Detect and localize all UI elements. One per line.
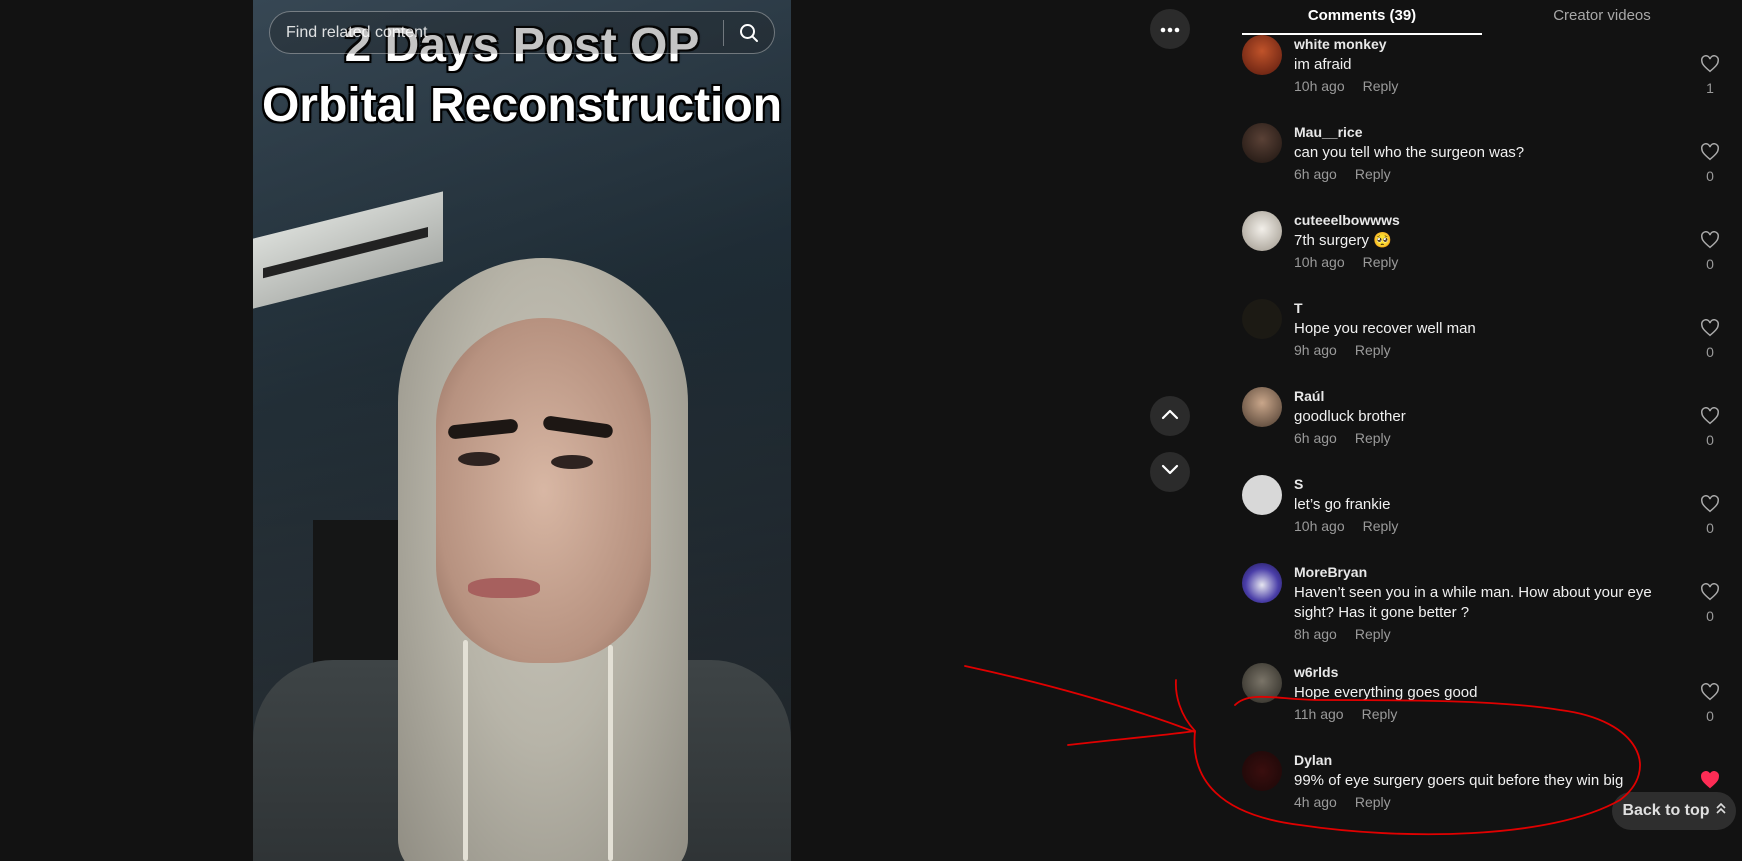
double-chevron-up-icon [1715, 802, 1726, 820]
avatar[interactable] [1242, 211, 1282, 251]
like-count: 0 [1706, 608, 1714, 624]
chevron-up-icon [1161, 407, 1179, 425]
comment-username[interactable]: Mau__rice [1294, 123, 1674, 141]
comment-text: can you tell who the surgeon was? [1294, 144, 1525, 161]
avatar[interactable] [1242, 475, 1282, 515]
like-button[interactable]: 0 [1698, 319, 1722, 360]
like-count: 0 [1706, 708, 1714, 724]
reply-button[interactable]: Reply [1355, 626, 1391, 642]
heart-outline-icon [1700, 683, 1720, 705]
comment-time: 11h ago [1294, 706, 1344, 722]
heart-outline-icon [1700, 231, 1720, 253]
related-search-bar[interactable]: Find related content [269, 11, 775, 54]
like-button[interactable]: 0 [1698, 407, 1722, 448]
comment-username[interactable]: MoreBryan [1294, 563, 1674, 581]
back-to-top-label: Back to top [1622, 802, 1710, 819]
next-video-button[interactable] [1150, 452, 1190, 492]
more-options-button[interactable] [1150, 9, 1190, 49]
comment-text: let’s go frankie [1294, 496, 1391, 513]
like-button[interactable]: 0 [1698, 583, 1722, 624]
avatar[interactable] [1242, 663, 1282, 703]
like-count: 0 [1706, 256, 1714, 272]
more-horizontal-icon [1160, 20, 1180, 38]
previous-video-button[interactable] [1150, 396, 1190, 436]
search-icon[interactable] [724, 11, 774, 54]
comment-username[interactable]: Raúl [1294, 387, 1674, 405]
reply-button[interactable]: Reply [1363, 518, 1399, 534]
avatar[interactable] [1242, 751, 1282, 791]
video-caption-line-2: Orbital Reconstruction [261, 79, 783, 132]
like-count: 1 [1706, 80, 1714, 96]
avatar[interactable] [1242, 387, 1282, 427]
back-to-top-button[interactable]: Back to top [1612, 792, 1736, 830]
comment-time: 6h ago [1294, 430, 1337, 446]
comment-time: 10h ago [1294, 78, 1345, 94]
avatar[interactable] [1242, 123, 1282, 163]
tab-creator-videos[interactable]: Creator videos [1482, 0, 1722, 35]
like-button[interactable]: 0 [1698, 231, 1722, 272]
panel-tabs: Comments (39) Creator videos [1242, 0, 1722, 35]
avatar[interactable] [1242, 35, 1282, 75]
chevron-down-icon [1161, 463, 1179, 481]
comment-time: 4h ago [1294, 794, 1337, 810]
reply-button[interactable]: Reply [1355, 342, 1391, 358]
video-scene-face [436, 318, 651, 663]
video-scene-drawstring-left [463, 640, 468, 861]
comment-text: goodluck brother [1294, 408, 1406, 425]
like-button[interactable]: 1 [1698, 55, 1722, 96]
like-button[interactable]: 0 [1698, 495, 1722, 536]
heart-outline-icon [1700, 319, 1720, 341]
like-count: 0 [1706, 520, 1714, 536]
heart-outline-icon [1700, 495, 1720, 517]
like-count: 0 [1706, 432, 1714, 448]
comment-time: 8h ago [1294, 626, 1337, 642]
reply-button[interactable]: Reply [1355, 430, 1391, 446]
like-count: 0 [1706, 344, 1714, 360]
comment-time: 6h ago [1294, 166, 1337, 182]
comment-username[interactable]: Dylan [1294, 751, 1674, 769]
video-scene-eye-right [551, 455, 593, 469]
search-placeholder[interactable]: Find related content [270, 24, 723, 42]
heart-outline-icon [1700, 407, 1720, 429]
reply-button[interactable]: Reply [1363, 254, 1399, 270]
video-scene-mouth [468, 578, 540, 598]
reply-button[interactable]: Reply [1363, 78, 1399, 94]
comment-username[interactable]: S [1294, 475, 1674, 493]
comments-panel: Comments (39) Creator videos white monke… [1210, 0, 1742, 861]
comment-text: 7th surgery 🥺 [1294, 232, 1392, 249]
heart-outline-icon [1700, 583, 1720, 605]
comment-text: im afraid [1294, 56, 1352, 73]
comment-username[interactable]: w6rlds [1294, 663, 1674, 681]
reply-button[interactable]: Reply [1362, 706, 1398, 722]
comment-username[interactable]: T [1294, 299, 1674, 317]
comment-text: Hope you recover well man [1294, 320, 1476, 337]
heart-outline-icon [1700, 143, 1720, 165]
tab-comments[interactable]: Comments (39) [1242, 0, 1482, 35]
like-button[interactable]: 0 [1698, 143, 1722, 184]
comment-time: 10h ago [1294, 518, 1345, 534]
reply-button[interactable]: Reply [1355, 166, 1391, 182]
heart-filled-icon [1700, 771, 1720, 793]
avatar[interactable] [1242, 299, 1282, 339]
comment-text: Haven’t seen you in a while man. How abo… [1294, 584, 1652, 621]
comment-time: 9h ago [1294, 342, 1337, 358]
comment-text: 99% of eye surgery goers quit before the… [1294, 772, 1624, 789]
comment-text: Hope everything goes good [1294, 684, 1478, 701]
heart-outline-icon [1700, 55, 1720, 77]
avatar[interactable] [1242, 563, 1282, 603]
video-scene-drawstring-right [608, 645, 613, 861]
comment-time: 10h ago [1294, 254, 1345, 270]
comment-username[interactable]: cuteeelbowwws [1294, 211, 1674, 229]
like-count: 0 [1706, 168, 1714, 184]
video-scene-eye-left [458, 452, 500, 466]
reply-button[interactable]: Reply [1355, 794, 1391, 810]
like-button[interactable]: 0 [1698, 683, 1722, 724]
comment-username[interactable]: white monkey [1294, 35, 1674, 53]
